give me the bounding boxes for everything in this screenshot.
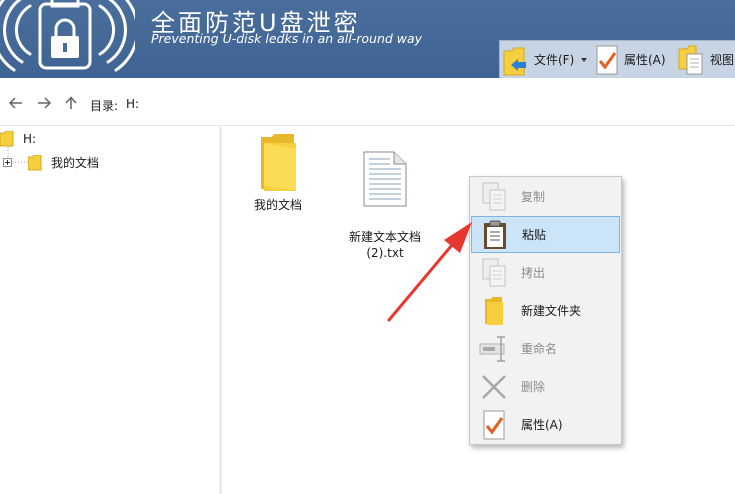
menu-item-copy[interactable]: 复制 (471, 178, 620, 215)
back-arrow-icon[interactable] (8, 96, 24, 110)
folder-tree: H: 我的文档 (0, 127, 222, 494)
tree-item-my-documents[interactable]: 我的文档 (3, 154, 99, 171)
copy-icon (482, 182, 506, 210)
menu-item-paste[interactable]: 粘贴 (471, 216, 620, 253)
navigation-bar: 目录: H: (0, 78, 735, 126)
folder-icon (28, 154, 42, 170)
file-name: 我的文档 (253, 198, 302, 212)
dropdown-arrow-icon (581, 57, 588, 62)
folder-icon (0, 131, 14, 147)
usb-lock-logo (0, 0, 135, 72)
menu-item-label: 拷出 (521, 266, 546, 280)
delete-icon (482, 374, 506, 399)
menu-item-label: 重命名 (521, 342, 558, 356)
expand-icon[interactable] (3, 158, 12, 167)
view-icon (678, 45, 703, 74)
menu-item-label: 粘贴 (522, 228, 547, 242)
properties-label: 属性(A) (624, 53, 666, 67)
text-file-icon (363, 151, 407, 207)
path-label: 目录: (90, 99, 119, 113)
properties-icon (596, 45, 618, 74)
view-label: 视图 (710, 53, 735, 67)
folder-icon (261, 134, 296, 191)
folder-arrow-icon (503, 47, 526, 75)
forward-arrow-icon[interactable] (36, 96, 52, 110)
menu-item-export[interactable]: 拷出 (471, 254, 620, 291)
new-folder-icon (485, 296, 503, 325)
menu-item-properties[interactable]: 属性(A) (471, 406, 620, 443)
menu-item-rename[interactable]: 重命名 (471, 330, 620, 367)
app-subtitle: Preventing U-disk ledks in an all-round … (151, 31, 423, 46)
tree-item-root[interactable]: H: (0, 131, 36, 147)
file-item[interactable]: 新建文本文档 (2).txt (341, 135, 429, 261)
file-name: 新建文本文档 (2).txt (348, 230, 421, 260)
context-menu: 复制 粘贴 拷出 新建文件夹 重命名 删除 属性(A) (469, 176, 622, 445)
up-arrow-icon[interactable] (63, 96, 79, 110)
menu-item-label: 删除 (521, 380, 546, 394)
properties-icon (483, 410, 505, 439)
properties-button[interactable]: 属性(A) (596, 41, 666, 78)
file-menu-label: 文件(F) (534, 53, 575, 67)
app-header: 全面防范U盘泄密 Preventing U-disk ledks in an a… (0, 0, 735, 78)
rename-icon (479, 335, 505, 362)
export-icon (482, 258, 506, 286)
file-menu-button[interactable]: 文件(F) (502, 41, 590, 78)
tree-item-label: 我的文档 (51, 156, 100, 170)
menu-item-label: 复制 (521, 190, 546, 204)
tree-item-label: H: (23, 132, 37, 146)
menu-item-delete[interactable]: 删除 (471, 368, 620, 405)
paste-icon (484, 220, 506, 249)
view-button[interactable]: 视图 (678, 41, 734, 78)
menu-item-label: 属性(A) (521, 418, 563, 432)
menu-item-label: 新建文件夹 (521, 304, 582, 318)
toolbar: 文件(F) 属性(A) 视图 (499, 40, 735, 78)
menu-item-new-folder[interactable]: 新建文件夹 (471, 292, 620, 329)
file-item[interactable]: 我的文档 (234, 133, 322, 213)
path-value[interactable]: H: (126, 97, 139, 111)
